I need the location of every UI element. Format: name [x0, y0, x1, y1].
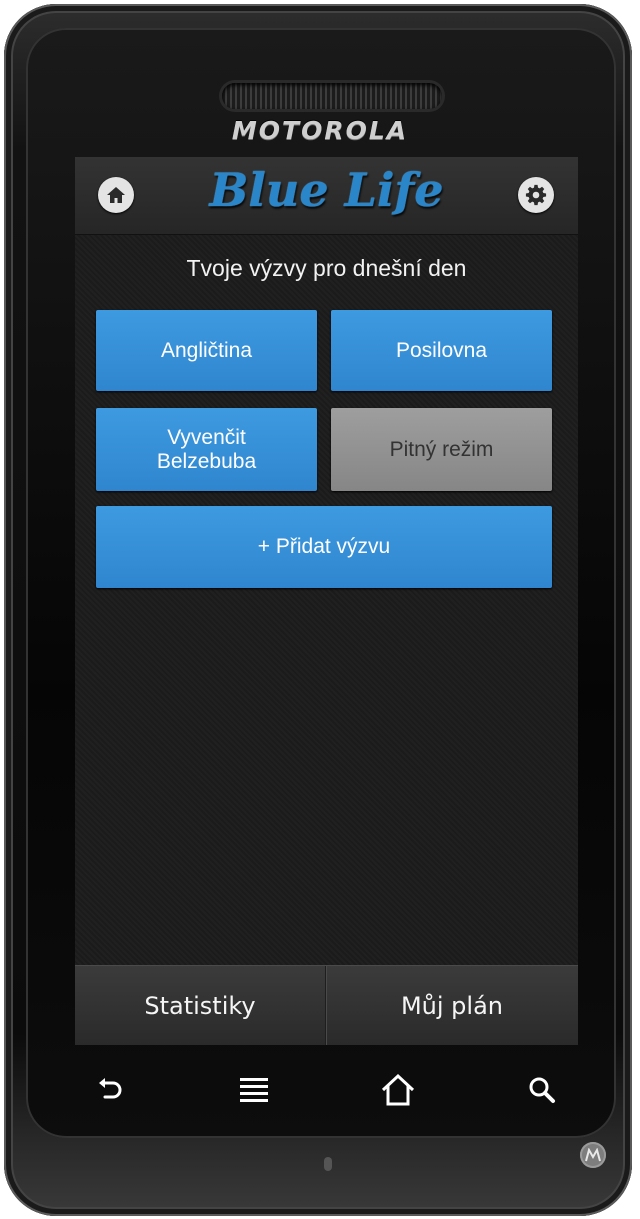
challenge-tile-vyvencit-belzebuba[interactable]: Vyvenčit Belzebuba — [96, 408, 317, 491]
challenge-label: Pitný režim — [389, 437, 494, 461]
app-header: Blue Life — [75, 157, 578, 235]
bottom-navigation: Statistiky Můj plán — [75, 965, 578, 1045]
challenge-tile-anglictina[interactable]: Angličtina — [96, 310, 317, 391]
challenge-tile-posilovna[interactable]: Posilovna — [331, 310, 552, 391]
add-challenge-label: + Přidat výzvu — [257, 535, 391, 558]
motorola-logo-icon — [580, 1142, 606, 1168]
add-challenge-button[interactable]: + Přidat výzvu — [96, 506, 552, 588]
gear-icon — [525, 184, 547, 206]
search-icon — [529, 1077, 555, 1103]
my-plan-button[interactable]: Můj plán — [326, 966, 578, 1045]
search-key[interactable] — [512, 1060, 572, 1120]
device-brand: MOTOROLA — [231, 116, 409, 145]
challenge-label: Posilovna — [395, 338, 488, 362]
statistics-label: Statistiky — [144, 992, 256, 1020]
device-home-key[interactable] — [368, 1060, 428, 1120]
settings-button[interactable] — [518, 177, 554, 213]
challenge-label: Vyvenčit Belzebuba — [156, 425, 257, 473]
page-subtitle: Tvoje výzvy pro dnešní den — [186, 255, 467, 281]
earpiece-speaker — [222, 83, 442, 109]
app-screen: Blue Life Tvoje výzvy pro dnešní den Ang… — [75, 157, 578, 1045]
menu-icon — [240, 1078, 268, 1102]
challenge-tile-pitny-rezim[interactable]: Pitný režim — [331, 408, 552, 491]
home-outline-icon — [381, 1073, 415, 1106]
device-nav-keys — [0, 1060, 640, 1120]
challenge-label: Angličtina — [160, 338, 253, 362]
menu-key[interactable] — [224, 1060, 284, 1120]
microphone-hole — [324, 1157, 332, 1171]
statistics-button[interactable]: Statistiky — [75, 966, 325, 1045]
app-logo: Blue Life — [209, 163, 444, 217]
my-plan-label: Můj plán — [400, 992, 504, 1020]
back-key[interactable] — [80, 1060, 140, 1120]
back-icon — [99, 1078, 122, 1099]
